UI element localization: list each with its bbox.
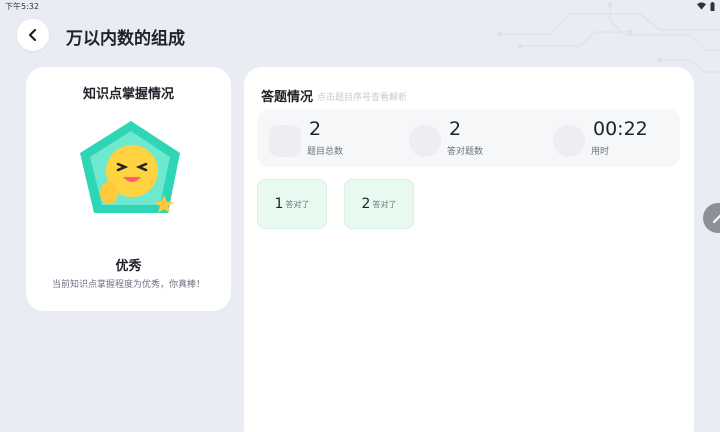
answers-hint: 点击题目序号查看解析: [317, 93, 408, 103]
question-number: 1: [274, 196, 284, 212]
chevron-left-icon: [28, 28, 37, 42]
stat-value: 2: [309, 118, 322, 140]
stat-label: 题目总数: [307, 147, 344, 157]
floating-assist-button[interactable]: [703, 203, 720, 233]
doc-icon: [269, 125, 301, 157]
answers-title: 答题情况: [261, 90, 314, 105]
question-status: 答对了: [372, 199, 397, 209]
page-title: 万以内数的组成: [66, 29, 185, 49]
stat-label: 答对题数: [447, 147, 484, 157]
clock-icon: [553, 125, 585, 157]
stats-panel: 2 题目总数 2 答对题数 00:22 用时: [257, 109, 680, 167]
question-number: 2: [361, 196, 371, 212]
answers-card: 答题情况 点击题目序号查看解析 2 题目总数 2 答对题数 00:22 用时 1…: [244, 67, 694, 432]
back-button[interactable]: [17, 19, 49, 51]
mastery-card: 知识点掌握情况 优秀 当前知识点掌握程度为优秀，你真棒！: [26, 67, 231, 311]
excellent-badge-icon: [80, 121, 180, 213]
question-status: 答对了: [285, 199, 310, 209]
stat-label: 用时: [591, 147, 610, 157]
slash-icon: [712, 214, 720, 224]
mastery-title: 知识点掌握情况: [82, 87, 174, 102]
mastery-level: 优秀: [115, 259, 142, 274]
status-time: 下午5:32: [5, 1, 39, 11]
stat-value: 2: [449, 118, 462, 140]
question-list: 1 答对了 2 答对了: [257, 179, 414, 229]
mastery-badge: [76, 117, 186, 227]
question-item-2[interactable]: 2 答对了: [344, 179, 414, 229]
stat-value: 00:22: [593, 118, 648, 140]
mastery-description: 当前知识点掌握程度为优秀，你真棒！: [51, 280, 205, 290]
question-item-1[interactable]: 1 答对了: [257, 179, 327, 229]
smile-icon: [409, 125, 441, 157]
